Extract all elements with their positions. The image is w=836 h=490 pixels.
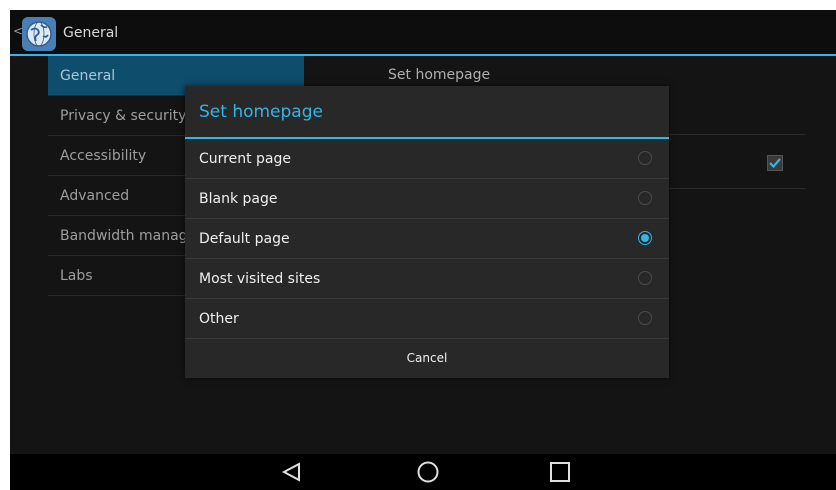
- radio-button[interactable]: [638, 311, 652, 325]
- cancel-button[interactable]: Cancel: [185, 339, 669, 377]
- option-default-page[interactable]: Default page: [185, 219, 669, 259]
- option-label: Current page: [199, 151, 291, 167]
- radio-button[interactable]: [638, 271, 652, 285]
- page-title: General: [63, 25, 119, 41]
- recents-icon[interactable]: [548, 460, 572, 484]
- radio-button[interactable]: [638, 151, 652, 165]
- dialog-title: Set homepage: [185, 86, 669, 139]
- option-label: Most visited sites: [199, 271, 321, 287]
- option-label: Default page: [199, 231, 290, 247]
- back-icon[interactable]: [280, 460, 304, 484]
- option-most-visited-sites[interactable]: Most visited sites: [185, 259, 669, 299]
- home-icon[interactable]: [416, 460, 440, 484]
- set-homepage-setting[interactable]: Set homepage: [388, 67, 490, 83]
- option-label: Blank page: [199, 191, 278, 207]
- action-bar: < General: [10, 10, 836, 56]
- homepage-options: Current page Blank page Default page Mos…: [185, 139, 669, 339]
- radio-button-selected[interactable]: [638, 231, 652, 245]
- option-other[interactable]: Other: [185, 299, 669, 339]
- radio-button[interactable]: [638, 191, 652, 205]
- option-label: Other: [199, 311, 239, 327]
- option-current-page[interactable]: Current page: [185, 139, 669, 179]
- checkmark-icon: [769, 158, 781, 169]
- navigation-bar: [10, 454, 836, 490]
- setting-checkbox[interactable]: [767, 155, 783, 171]
- screen: < General General Privacy & security Acc…: [10, 10, 836, 490]
- option-blank-page[interactable]: Blank page: [185, 179, 669, 219]
- globe-icon[interactable]: [21, 16, 57, 52]
- set-homepage-dialog: Set homepage Current page Blank page Def…: [185, 86, 669, 378]
